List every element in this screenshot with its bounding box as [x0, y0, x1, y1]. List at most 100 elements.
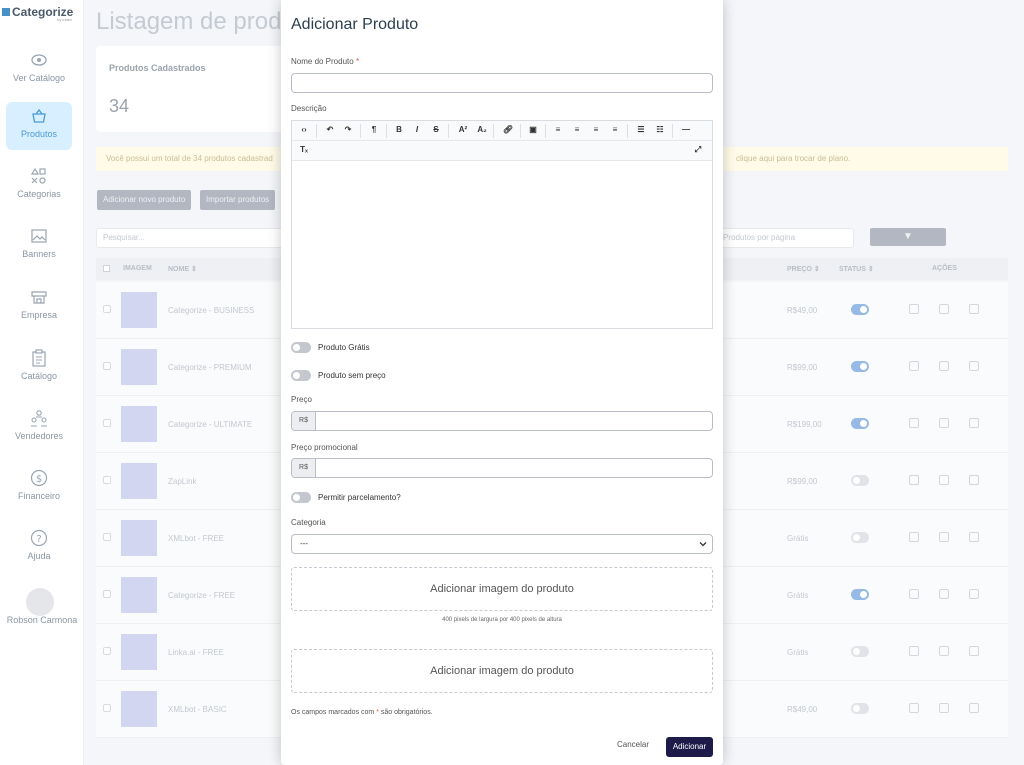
filter-button[interactable]: ▼	[870, 228, 946, 246]
duplicate-icon[interactable]	[909, 589, 919, 599]
import-products-button[interactable]: Importar produtos	[200, 190, 276, 210]
edit-icon[interactable]	[939, 418, 949, 428]
no-price-toggle[interactable]	[291, 370, 311, 381]
svg-text:$: $	[36, 474, 42, 485]
strikethrough-icon[interactable]: S	[430, 125, 442, 134]
free-product-toggle[interactable]	[291, 342, 311, 353]
link-icon[interactable]: 🔗︎	[502, 125, 514, 134]
add-product-button[interactable]: Adicionar novo produto	[97, 190, 192, 210]
status-toggle[interactable]	[851, 703, 869, 714]
delete-icon[interactable]	[969, 361, 979, 371]
image-upload-2[interactable]: Adicionar imagem do produto	[291, 649, 713, 693]
edit-icon[interactable]	[939, 589, 949, 599]
italic-icon[interactable]: I	[411, 125, 423, 134]
redo-icon[interactable]: ↷	[342, 125, 354, 134]
edit-icon[interactable]	[939, 361, 949, 371]
edit-icon[interactable]	[939, 646, 949, 656]
duplicate-icon[interactable]	[909, 646, 919, 656]
delete-icon[interactable]	[969, 532, 979, 542]
category-select[interactable]: ---	[291, 534, 713, 554]
bold-icon[interactable]: B	[393, 125, 405, 134]
per-page-select[interactable]: Produtos por página	[714, 228, 854, 248]
stat-title: Produtos Cadastrados	[109, 63, 206, 73]
fullscreen-icon[interactable]: ⤢	[692, 145, 704, 155]
edit-icon[interactable]	[939, 304, 949, 314]
col-price[interactable]: PREÇO ⇕	[787, 265, 820, 273]
search-input[interactable]: Pesquisar...	[96, 228, 286, 248]
row-checkbox[interactable]	[103, 704, 111, 712]
col-name[interactable]: NOME ⇕	[168, 265, 197, 273]
delete-icon[interactable]	[969, 589, 979, 599]
row-checkbox[interactable]	[103, 305, 111, 313]
source-code-icon[interactable]: ‹›	[298, 125, 310, 134]
status-toggle[interactable]	[851, 475, 869, 486]
image-size-hint: 400 pixels de largura por 400 pixels de …	[442, 617, 562, 623]
clear-format-icon[interactable]: Tₓ	[298, 145, 310, 154]
paragraph-icon[interactable]: ¶	[368, 125, 380, 134]
nav-produtos[interactable]: Produtos	[6, 102, 72, 150]
duplicate-icon[interactable]	[909, 418, 919, 428]
image-upload-1[interactable]: Adicionar imagem do produto	[291, 567, 713, 611]
avatar[interactable]	[26, 588, 54, 616]
nav-ver-catalogo[interactable]: Ver Catálogo	[6, 46, 72, 94]
status-toggle[interactable]	[851, 361, 869, 372]
duplicate-icon[interactable]	[909, 361, 919, 371]
delete-icon[interactable]	[969, 304, 979, 314]
numbered-list-icon[interactable]: ☷	[654, 125, 666, 134]
status-toggle[interactable]	[851, 418, 869, 429]
edit-icon[interactable]	[939, 703, 949, 713]
status-toggle[interactable]	[851, 589, 869, 600]
installments-toggle[interactable]	[291, 492, 311, 503]
edit-icon[interactable]	[939, 475, 949, 485]
nav-label: Catálogo	[20, 371, 58, 381]
description-editor[interactable]: ‹› ↶ ↷ ¶ B I S A² A₂ 🔗︎ ▣ ≡ ≡ ≡ ≡ ☰ ☷ — …	[291, 120, 713, 329]
nav-label: Categorias	[17, 189, 61, 199]
select-all-checkbox[interactable]	[103, 265, 110, 272]
logo[interactable]: Categorize by index	[0, 3, 84, 25]
delete-icon[interactable]	[969, 703, 979, 713]
price-input[interactable]: R$	[291, 411, 713, 431]
bullet-list-icon[interactable]: ☰	[635, 125, 647, 134]
status-toggle[interactable]	[851, 646, 869, 657]
align-left-icon[interactable]: ≡	[552, 125, 564, 134]
nav-vendedores[interactable]: Vendedores	[6, 404, 72, 452]
edit-icon[interactable]	[939, 532, 949, 542]
promo-price-input[interactable]: R$	[291, 458, 713, 478]
nav-banners[interactable]: Banners	[6, 222, 72, 270]
status-toggle[interactable]	[851, 304, 869, 315]
row-checkbox[interactable]	[103, 647, 111, 655]
image-insert-icon[interactable]: ▣	[527, 125, 539, 134]
superscript-icon[interactable]: A²	[457, 125, 469, 134]
duplicate-icon[interactable]	[909, 532, 919, 542]
delete-icon[interactable]	[969, 418, 979, 428]
notice-link[interactable]: clique aqui para trocar de plano.	[736, 154, 850, 163]
nav-catalogo[interactable]: Catálogo	[6, 344, 72, 392]
subscript-icon[interactable]: A₂	[476, 125, 488, 134]
product-price: R$99,00	[787, 363, 818, 372]
undo-icon[interactable]: ↶	[324, 125, 336, 134]
align-center-icon[interactable]: ≡	[571, 125, 583, 134]
delete-icon[interactable]	[969, 646, 979, 656]
duplicate-icon[interactable]	[909, 703, 919, 713]
nav-financeiro[interactable]: $ Financeiro	[6, 464, 72, 512]
duplicate-icon[interactable]	[909, 475, 919, 485]
align-justify-icon[interactable]: ≡	[609, 125, 621, 134]
horizontal-rule-icon[interactable]: —	[680, 125, 692, 134]
nav-categorias[interactable]: Categorias	[6, 162, 72, 210]
row-checkbox[interactable]	[103, 476, 111, 484]
row-checkbox[interactable]	[103, 533, 111, 541]
nav-ajuda[interactable]: ? Ajuda	[6, 524, 72, 572]
nav-empresa[interactable]: Empresa	[6, 283, 72, 331]
row-checkbox[interactable]	[103, 590, 111, 598]
product-name-input[interactable]	[291, 73, 713, 93]
cancel-button[interactable]: Cancelar	[617, 740, 649, 749]
row-checkbox[interactable]	[103, 362, 111, 370]
submit-add-button[interactable]: Adicionar	[666, 737, 713, 757]
status-toggle[interactable]	[851, 532, 869, 543]
col-status[interactable]: STATUS ⇕	[839, 265, 874, 273]
row-checkbox[interactable]	[103, 419, 111, 427]
align-right-icon[interactable]: ≡	[590, 125, 602, 134]
duplicate-icon[interactable]	[909, 304, 919, 314]
delete-icon[interactable]	[969, 475, 979, 485]
product-price: Grátis	[787, 648, 809, 657]
